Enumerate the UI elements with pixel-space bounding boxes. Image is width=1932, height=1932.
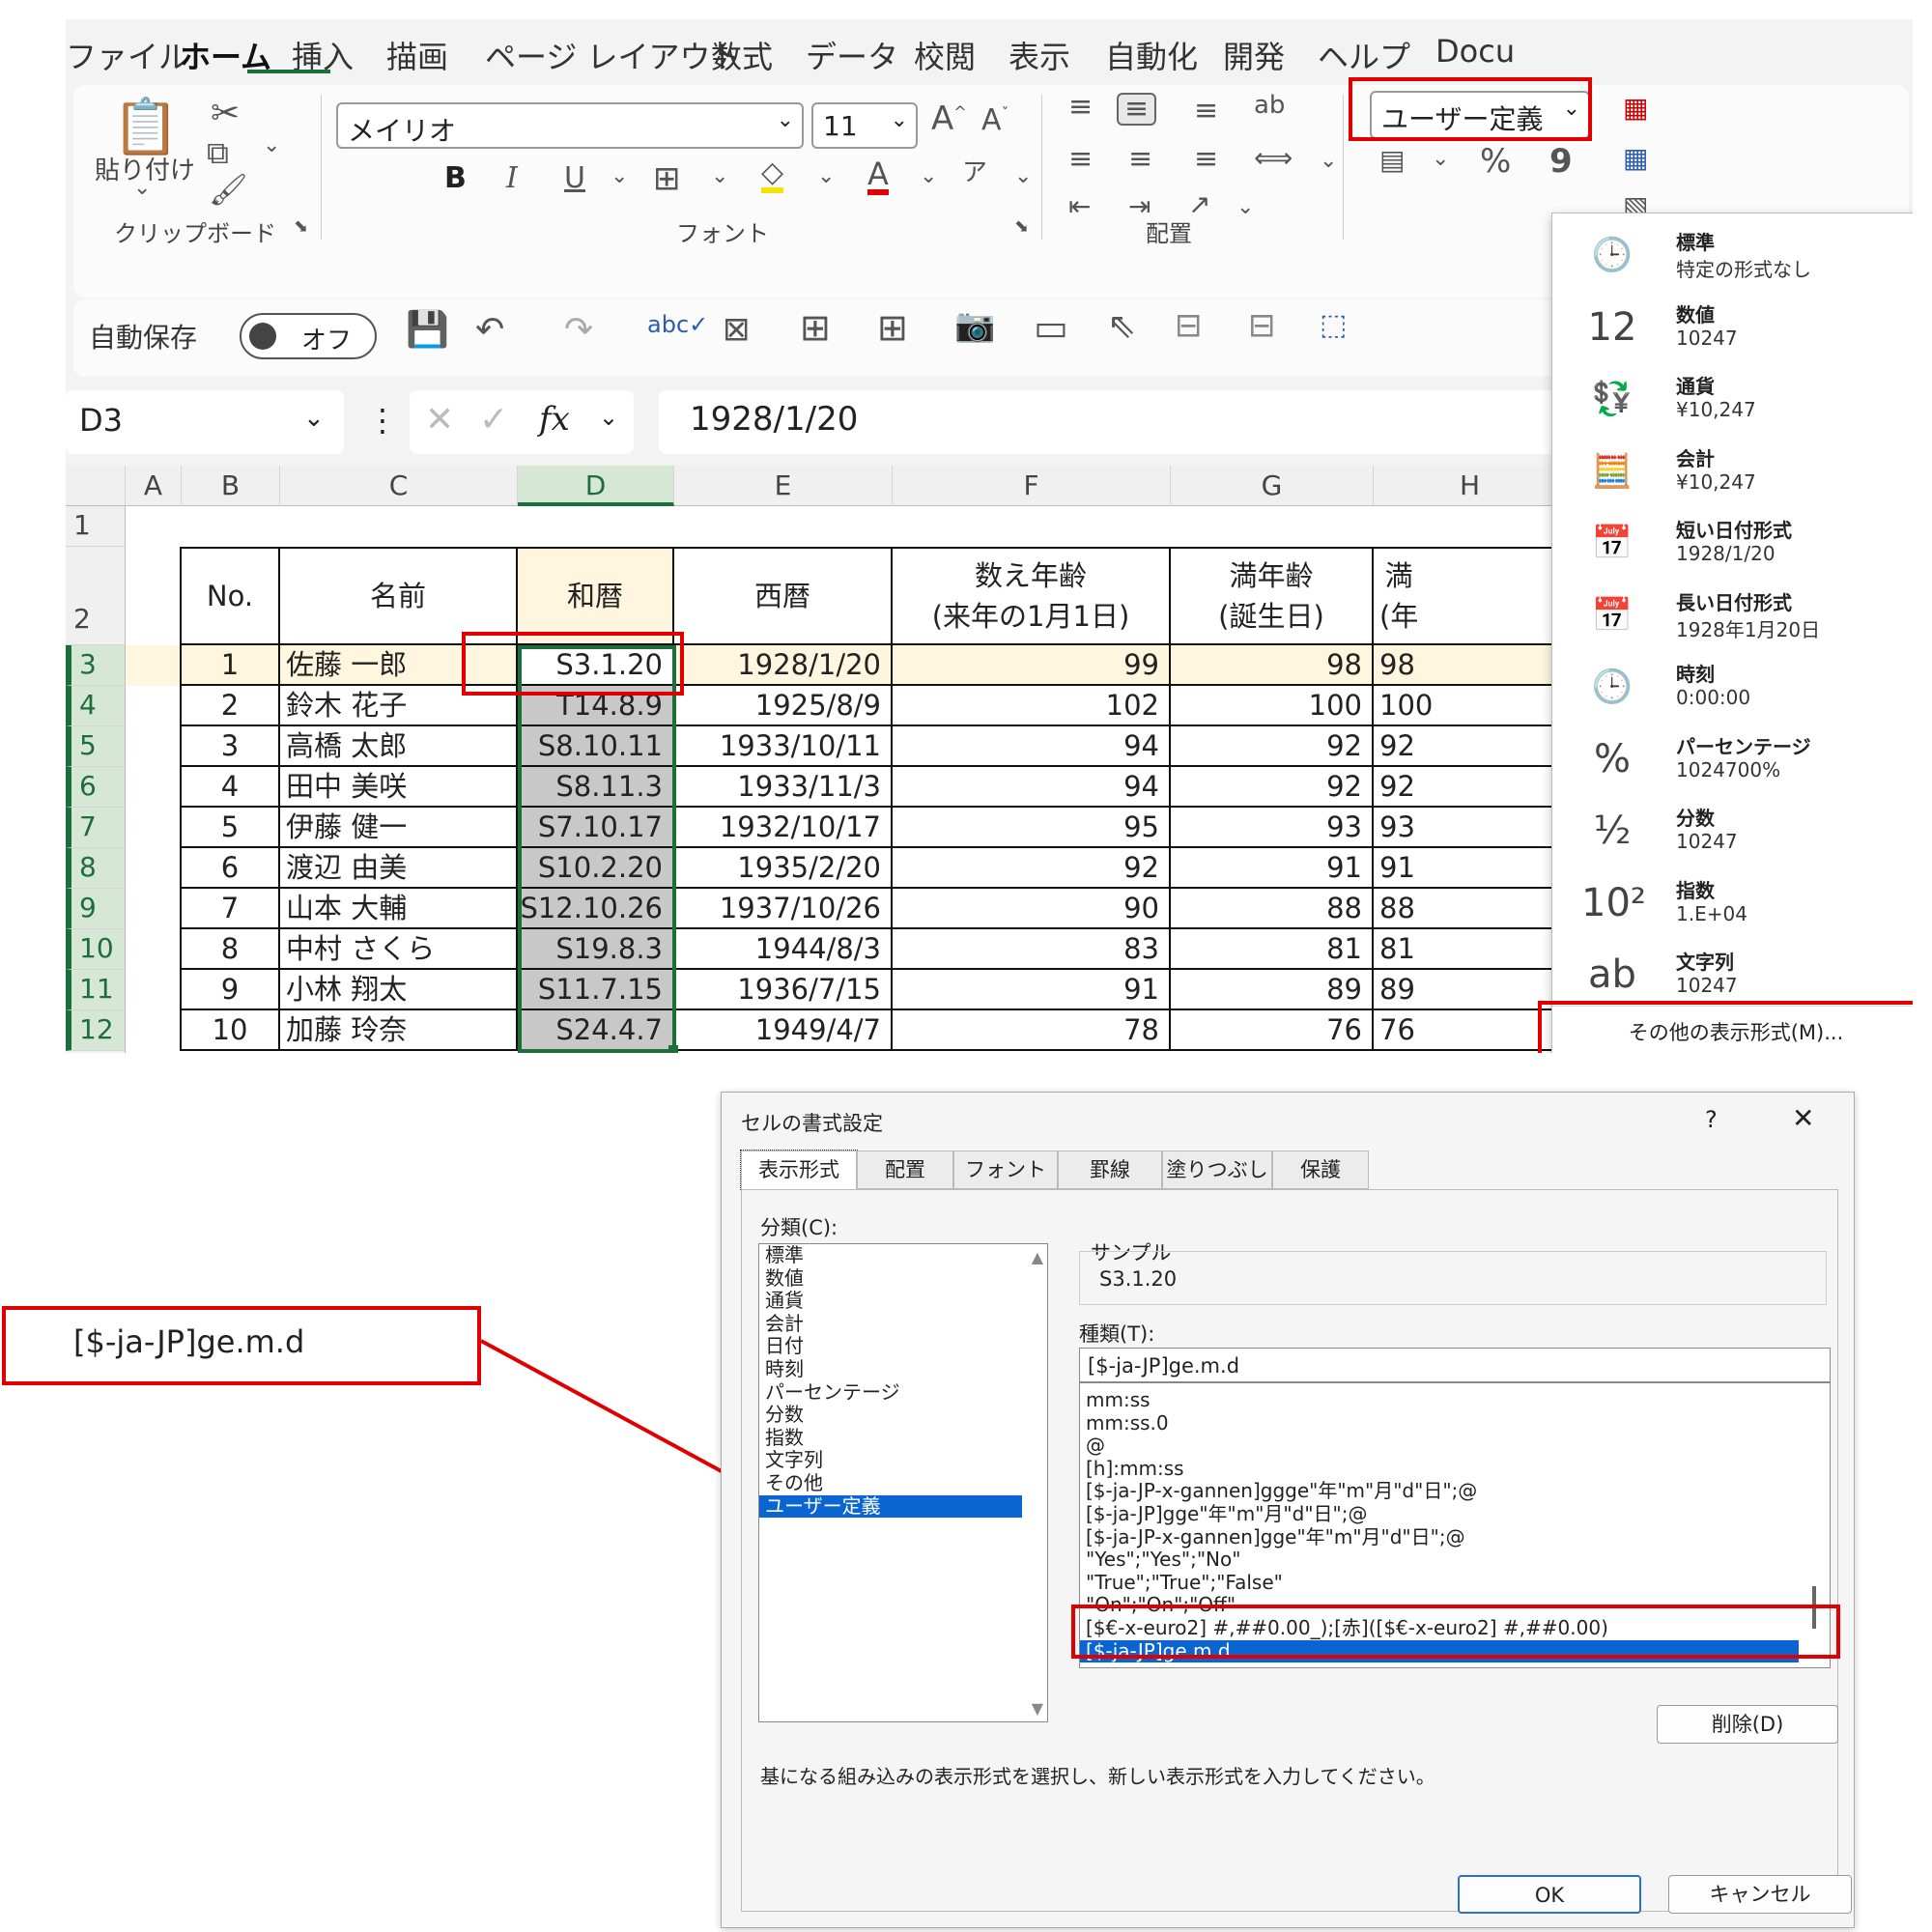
type-input-value: [$-ja-JP]ge.m.d (1088, 1354, 1240, 1378)
dialog-title: セルの書式設定 (741, 1112, 883, 1135)
category-item[interactable]: 数値 (759, 1266, 1022, 1291)
category-item[interactable]: ユーザー定義 (759, 1494, 1022, 1519)
category-item[interactable]: 指数 (759, 1426, 1022, 1450)
format-code-item[interactable]: [$-ja-JP-x-gannen]gge"年"m"月"d"日";@ (1080, 1525, 1799, 1549)
sample-box: S3.1.20 (1079, 1251, 1827, 1305)
format-cells-dialog: セルの書式設定 ? ✕ 表示形式 配置 フォント 罫線 塗りつぶし 保護 分類(C): ▲… (721, 1092, 1855, 1928)
dialog-tab-3[interactable]: 罫線 (1058, 1151, 1162, 1189)
dialog-tab-1[interactable]: 配置 (857, 1151, 953, 1189)
category-label: 分類(C): (760, 1216, 838, 1239)
category-item[interactable]: その他 (759, 1471, 1022, 1495)
format-code-item[interactable]: [$-ja-JP]gge"年"m"月"d"日";@ (1080, 1502, 1799, 1526)
format-code-item[interactable]: "Yes";"Yes";"No" (1080, 1548, 1799, 1572)
format-code-item[interactable]: [$-ja-JP-x-gannen]ggge"年"m"月"d"日";@ (1080, 1480, 1799, 1503)
delete-button[interactable]: 削除(D) (1657, 1705, 1838, 1744)
category-item[interactable]: 文字列 (759, 1449, 1022, 1472)
ok-button[interactable]: OK (1458, 1875, 1641, 1914)
category-item[interactable]: 通貨 (759, 1290, 1022, 1313)
dialog-tab-0[interactable]: 表示形式 (740, 1150, 858, 1190)
scroll-down-icon[interactable]: ▼ (1032, 1699, 1043, 1718)
category-item[interactable]: 会計 (759, 1312, 1022, 1336)
dialog-tab-4[interactable]: 塗りつぶし (1162, 1151, 1272, 1189)
format-code-item[interactable]: mm:ss.0 (1080, 1411, 1799, 1435)
category-item[interactable]: 分数 (759, 1404, 1022, 1427)
format-code-item[interactable]: @ (1080, 1435, 1799, 1458)
dialog-description: 基になる組み込みの表示形式を選択し、新しい表示形式を入力してください。 (760, 1765, 1435, 1788)
category-item[interactable]: パーセンテージ (759, 1380, 1022, 1405)
category-list[interactable]: ▲ ▼ 標準 数値 通貨 会計 日付 時刻 パーセンテージ 分数 指数 文字列 その他 ユーザー定義 (758, 1243, 1048, 1722)
dialog-tab-2[interactable]: フォント (953, 1151, 1058, 1189)
dialog-tab-5[interactable]: 保護 (1272, 1151, 1369, 1189)
category-item[interactable]: 標準 (759, 1244, 1022, 1267)
type-input[interactable]: [$-ja-JP]ge.m.d (1079, 1348, 1831, 1382)
cancel-button[interactable]: キャンセル (1668, 1875, 1852, 1914)
selected-format-highlight (1071, 1605, 1840, 1659)
sample-value: S3.1.20 (1099, 1267, 1178, 1291)
scroll-up-icon[interactable]: ▲ (1032, 1248, 1043, 1266)
category-item[interactable]: 時刻 (759, 1357, 1022, 1381)
format-code-item[interactable]: [h]:mm:ss (1080, 1457, 1799, 1481)
category-item[interactable]: 日付 (759, 1335, 1022, 1358)
close-button[interactable]: ✕ (1792, 1102, 1814, 1134)
format-code-item[interactable]: mm:ss (1080, 1388, 1799, 1412)
help-button[interactable]: ? (1705, 1106, 1718, 1133)
format-code-item[interactable]: "True";"True";"False" (1080, 1571, 1799, 1595)
type-label: 種類(T): (1079, 1322, 1155, 1346)
